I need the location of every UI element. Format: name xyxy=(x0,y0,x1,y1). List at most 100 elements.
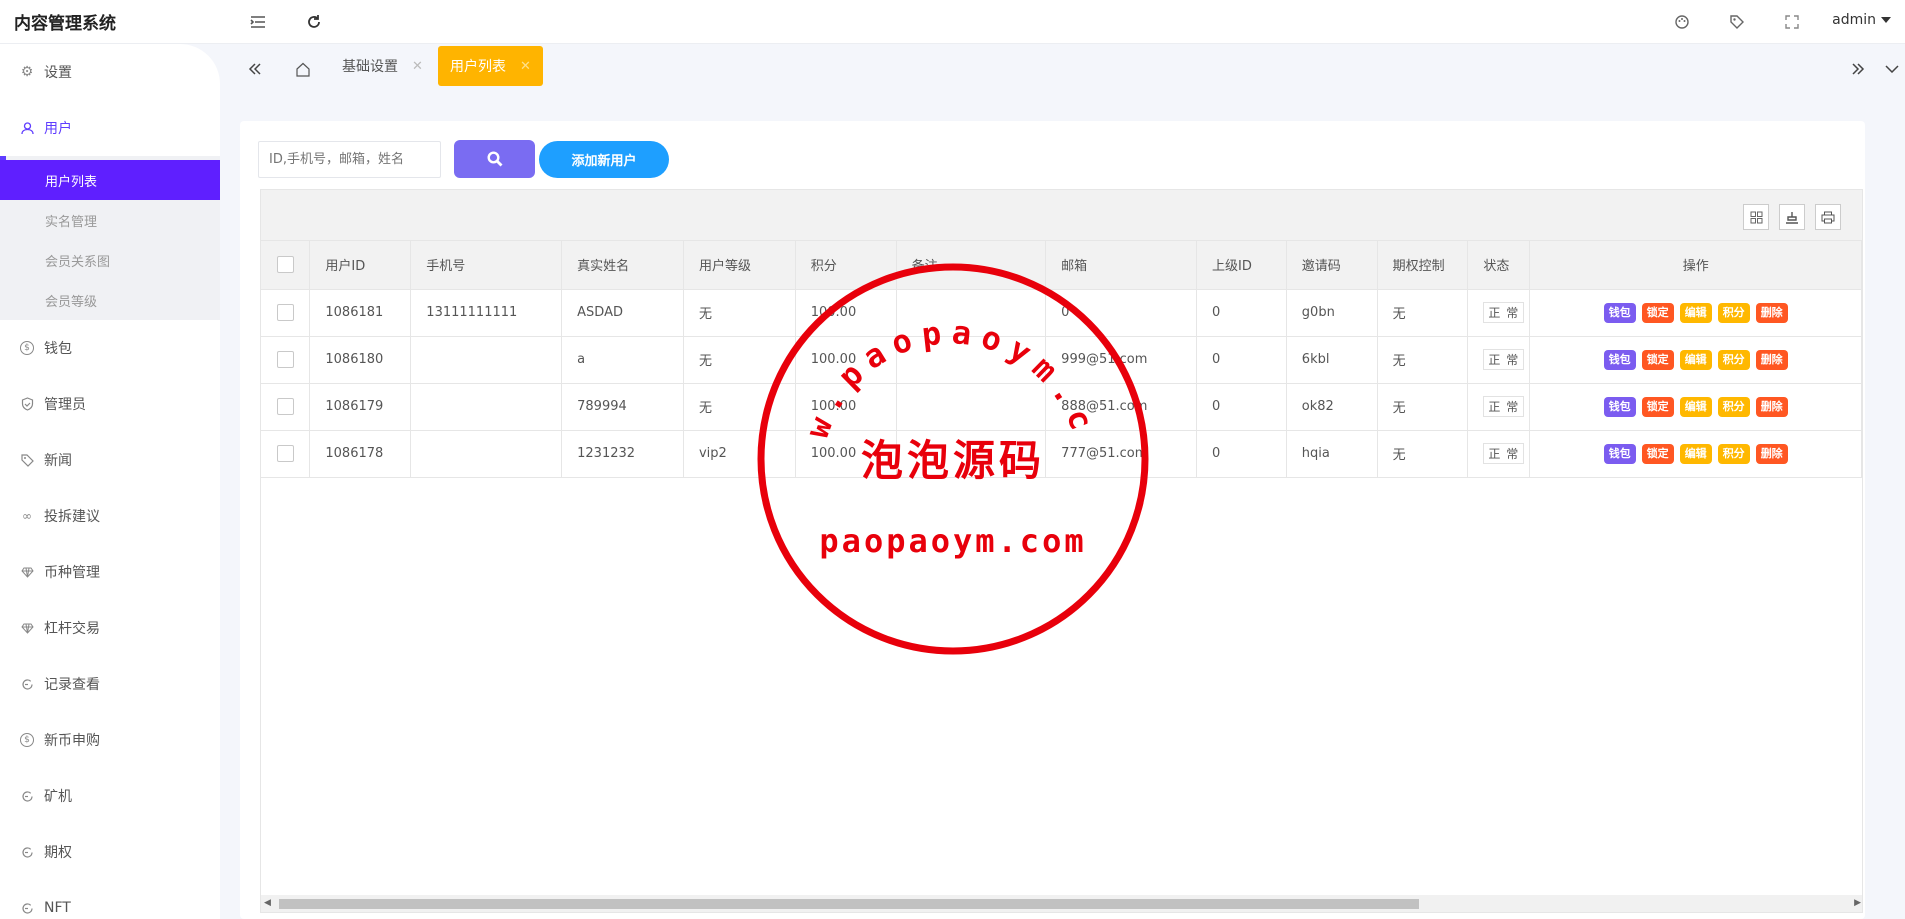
cell-id: 1086178 xyxy=(309,430,412,478)
action-button[interactable]: 钱包 xyxy=(1603,349,1636,370)
sidebar-item-suggestions[interactable]: ∞ 投拆建议 xyxy=(0,488,220,544)
tabs-scroll-right-icon[interactable] xyxy=(1846,57,1870,81)
action-button[interactable]: 删除 xyxy=(1755,443,1788,464)
action-button[interactable]: 钱包 xyxy=(1603,396,1636,417)
sidebar-item-news[interactable]: 新闻 xyxy=(0,432,220,488)
sidebar-item-records[interactable]: 记录查看 xyxy=(0,656,220,712)
cell-parent: 0 xyxy=(1196,289,1287,337)
cell-option-ctrl: 无 xyxy=(1377,336,1469,384)
action-button[interactable]: 钱包 xyxy=(1603,302,1636,323)
select-all-checkbox[interactable] xyxy=(261,241,311,290)
action-button[interactable]: 钱包 xyxy=(1603,443,1636,464)
cell-parent: 0 xyxy=(1196,430,1287,478)
action-button[interactable]: 删除 xyxy=(1755,396,1788,417)
sidebar-subitem-label: 会员等级 xyxy=(45,294,98,310)
theme-palette-icon[interactable] xyxy=(1670,10,1694,34)
close-icon[interactable]: ✕ xyxy=(520,59,531,74)
sidebar-item-label: 新闻 xyxy=(44,453,72,469)
sidebar-item-options[interactable]: 期权 xyxy=(0,824,220,880)
column-header[interactable]: 状态 xyxy=(1467,241,1531,290)
column-header[interactable]: 期权控制 xyxy=(1377,241,1469,290)
cell-phone xyxy=(410,430,563,478)
action-button[interactable]: 编辑 xyxy=(1679,443,1712,464)
action-button[interactable]: 删除 xyxy=(1755,302,1788,323)
chevron-down-icon[interactable] xyxy=(1880,57,1904,81)
record-icon xyxy=(20,677,34,691)
sidebar-subitem-relation-graph[interactable]: 会员关系图 xyxy=(0,240,220,280)
row-checkbox[interactable] xyxy=(261,430,311,478)
status-badge: 正 常 xyxy=(1483,302,1525,323)
sidebar-item-currency[interactable]: 币种管理 xyxy=(0,544,220,600)
action-button[interactable]: 积分 xyxy=(1717,443,1750,464)
column-header[interactable]: 手机号 xyxy=(410,241,563,290)
action-button[interactable]: 锁定 xyxy=(1641,349,1674,370)
column-header[interactable]: 邀请码 xyxy=(1286,241,1378,290)
sidebar-subitem-member-level[interactable]: 会员等级 xyxy=(0,280,220,320)
cell-parent: 0 xyxy=(1196,383,1287,431)
refresh-icon[interactable] xyxy=(302,10,326,34)
row-actions: 钱包 锁定 编辑 积分 删除 xyxy=(1530,349,1860,370)
users-submenu: 用户列表 实名管理 会员关系图 会员等级 xyxy=(0,156,220,320)
user-menu[interactable]: admin xyxy=(1832,12,1891,28)
close-icon[interactable]: ✕ xyxy=(412,59,423,74)
sidebar-item-label: 币种管理 xyxy=(44,565,100,581)
sidebar: ⚙ 设置 用户 用户列表 实名管理 会员关系图 会员等级 $ 钱包 管理员 新闻… xyxy=(0,44,220,919)
sidebar-item-new-coin[interactable]: $ 新币申购 xyxy=(0,712,220,768)
shield-icon xyxy=(20,397,34,411)
sidebar-item-users[interactable]: 用户 xyxy=(0,100,220,156)
sidebar-subitem-realname[interactable]: 实名管理 xyxy=(0,200,220,240)
watermark-bottom-text: paopaoym.com xyxy=(819,522,1086,560)
action-button[interactable]: 编辑 xyxy=(1679,349,1712,370)
fullscreen-icon[interactable] xyxy=(1780,10,1804,34)
sidebar-item-leverage[interactable]: 杠杆交易 xyxy=(0,600,220,656)
search-input[interactable] xyxy=(258,141,441,178)
action-button[interactable]: 锁定 xyxy=(1641,396,1674,417)
home-icon[interactable] xyxy=(291,57,315,81)
sidebar-item-label: 记录查看 xyxy=(44,677,100,693)
row-checkbox[interactable] xyxy=(261,383,311,431)
columns-filter-icon[interactable] xyxy=(1743,204,1769,230)
menu-toggle-icon[interactable] xyxy=(246,10,270,34)
tab-user-list[interactable]: 用户列表 ✕ xyxy=(438,46,543,86)
row-checkbox[interactable] xyxy=(261,289,311,337)
cell-invite: ok82 xyxy=(1286,383,1378,431)
column-header[interactable]: 用户ID xyxy=(309,241,412,290)
sidebar-item-nft[interactable]: NFT xyxy=(0,880,220,919)
cell-parent: 0 xyxy=(1196,336,1287,384)
sidebar-item-admin[interactable]: 管理员 xyxy=(0,376,220,432)
tabs-scroll-left-icon[interactable] xyxy=(243,57,267,81)
action-button[interactable]: 删除 xyxy=(1755,349,1788,370)
action-button[interactable]: 积分 xyxy=(1717,349,1750,370)
row-actions: 钱包 锁定 编辑 积分 删除 xyxy=(1530,443,1860,464)
horizontal-scrollbar[interactable]: ◀ ▶ xyxy=(261,895,1862,912)
action-button[interactable]: 锁定 xyxy=(1641,443,1674,464)
cell-phone xyxy=(410,336,563,384)
tag-icon[interactable] xyxy=(1725,10,1749,34)
tag-icon xyxy=(20,453,34,467)
tab-basic-settings[interactable]: 基础设置 ✕ xyxy=(330,46,435,86)
action-button[interactable]: 积分 xyxy=(1717,302,1750,323)
column-header[interactable]: 上级ID xyxy=(1196,241,1287,290)
print-icon[interactable] xyxy=(1815,204,1841,230)
cell-id: 1086180 xyxy=(309,336,412,384)
diamond-icon xyxy=(20,621,34,635)
sidebar-item-label: 新币申购 xyxy=(44,733,100,749)
cell-option-ctrl: 无 xyxy=(1377,430,1469,478)
sidebar-item-label: 钱包 xyxy=(44,341,72,357)
action-button[interactable]: 锁定 xyxy=(1641,302,1674,323)
add-user-button[interactable]: 添加新用户 xyxy=(539,141,669,178)
sidebar-item-settings[interactable]: ⚙ 设置 xyxy=(0,44,220,100)
cell-invite: hqia xyxy=(1286,430,1378,478)
action-button[interactable]: 编辑 xyxy=(1679,302,1712,323)
sidebar-item-label: 用户 xyxy=(44,121,72,137)
sidebar-item-miner[interactable]: 矿机 xyxy=(0,768,220,824)
action-button[interactable]: 积分 xyxy=(1717,396,1750,417)
scrollbar-thumb[interactable] xyxy=(279,899,1419,909)
row-checkbox[interactable] xyxy=(261,336,311,384)
sidebar-subitem-user-list[interactable]: 用户列表 xyxy=(0,160,220,200)
export-icon[interactable] xyxy=(1779,204,1805,230)
action-button[interactable]: 编辑 xyxy=(1679,396,1712,417)
search-button[interactable] xyxy=(454,140,535,178)
column-header[interactable]: 真实姓名 xyxy=(561,241,684,290)
sidebar-item-wallet[interactable]: $ 钱包 xyxy=(0,320,220,376)
